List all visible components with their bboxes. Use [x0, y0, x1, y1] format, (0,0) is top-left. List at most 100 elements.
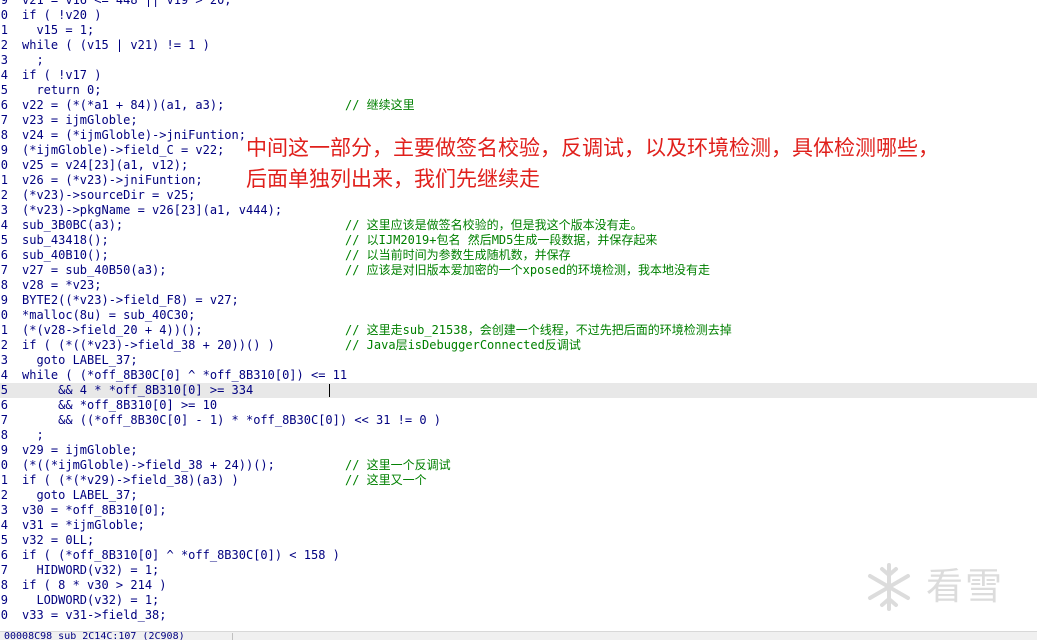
code-text: if ( (*off_8B310[0] ^ *off_8B30C[0]) < 1… — [22, 548, 340, 562]
code-comment: // 继续这里 — [345, 98, 415, 112]
code-line[interactable]: 8 v28 = *v23; — [0, 278, 1037, 293]
code-line[interactable]: 5 return 0; — [0, 83, 1037, 98]
code-line[interactable]: 4 while ( (*off_8B30C[0] ^ *off_8B310[0])… — [0, 368, 1037, 383]
line-number: 2 — [0, 188, 8, 202]
code-text: BYTE2((*v23)->field_F8) = v27; — [22, 293, 239, 307]
code-line[interactable]: 0 *malloc(8u) = sub_40C30; — [0, 308, 1037, 323]
code-text: sub_3B0BC(a3); — [22, 218, 124, 232]
code-text: while ( (v15 | v21) != 1 ) — [22, 38, 210, 52]
line-number: 6 — [0, 398, 8, 412]
code-comment: // Java层isDebuggerConnected反调试 — [345, 338, 581, 352]
code-line[interactable]: 6 && *off_8B310[0] >= 10 — [0, 398, 1037, 413]
line-number: 2 — [0, 338, 8, 352]
line-number: 5 — [0, 233, 8, 247]
code-line[interactable]: 5 sub_43418(); // 以IJM2019+包名 然后MD5生成一段数据，… — [0, 233, 1037, 248]
line-number: 0 — [0, 608, 8, 622]
line-number: 0 — [0, 308, 8, 322]
code-text: (*(v28->field_20 + 4))(); — [22, 323, 203, 337]
pseudocode-editor[interactable]: 9 v21 = v16 <= 448 || v19 > 20; 0 if ( !v20… — [0, 0, 1037, 631]
code-line-current[interactable]: 5 && 4 * *off_8B310[0] >= 334 — [0, 383, 1037, 398]
line-number: 9 — [0, 143, 8, 157]
code-line[interactable]: 9 v29 = ijmGloble; — [0, 443, 1037, 458]
line-number: 9 — [0, 593, 8, 607]
line-number: 6 — [0, 98, 8, 112]
code-text: v29 = ijmGloble; — [22, 443, 138, 457]
code-text: if ( !v17 ) — [22, 68, 102, 82]
line-number: 3 — [0, 203, 8, 217]
line-number: 9 — [0, 0, 8, 7]
line-number: 1 — [0, 323, 8, 337]
code-text: if ( (*((*v23)->field_38 + 20))() ) — [22, 338, 275, 352]
code-text: && 4 * *off_8B310[0] >= 334 — [22, 383, 254, 397]
line-number: 8 — [0, 278, 8, 292]
code-line[interactable]: 2 while ( (v15 | v21) != 1 ) — [0, 38, 1037, 53]
code-line[interactable]: 4 v31 = *ijmGloble; — [0, 518, 1037, 533]
code-text: v15 = 1; — [22, 23, 95, 37]
line-number: 3 — [0, 53, 8, 67]
code-text: v26 = (*v23)->jniFuntion; — [22, 173, 203, 187]
code-text: if ( 8 * v30 > 214 ) — [22, 578, 167, 592]
code-comment: // 这里又一个 — [345, 473, 427, 487]
code-line[interactable]: 2 if ( (*((*v23)->field_38 + 20))() ) // J… — [0, 338, 1037, 353]
code-text: sub_43418(); — [22, 233, 109, 247]
code-line[interactable]: 0 (*((*ijmGloble)->field_38 + 24))(); // 这… — [0, 458, 1037, 473]
code-text: && *off_8B310[0] >= 10 — [22, 398, 218, 412]
code-text: goto LABEL_37; — [22, 488, 138, 502]
annotation-note: 中间这一部分，主要做签名校验，反调试，以及环境检测，具体检测哪些， 后面单独列出… — [246, 133, 1036, 195]
code-line[interactable]: 3 ; — [0, 53, 1037, 68]
code-text: v23 = ijmGloble; — [22, 113, 138, 127]
code-line[interactable]: 4 sub_3B0BC(a3); // 这里应该是做签名校验的，但是我这个版本没有走… — [0, 218, 1037, 233]
code-text: ; — [22, 53, 44, 67]
code-text: LODWORD(v32) = 1; — [22, 593, 160, 607]
code-line[interactable]: 2 goto LABEL_37; — [0, 488, 1037, 503]
code-text: (*v23)->pkgName = v26[23](a1, v444); — [22, 203, 283, 217]
annotation-line-2: 后面单独列出来，我们先继续走 — [246, 167, 540, 191]
code-text: (*v23)->sourceDir = v25; — [22, 188, 196, 202]
code-comment: // 这里应该是做签名校验的，但是我这个版本没有走。 — [345, 218, 643, 232]
code-line[interactable]: 0 if ( !v20 ) — [0, 8, 1037, 23]
code-line[interactable]: 7 v23 = ijmGloble; — [0, 113, 1037, 128]
line-number: 4 — [0, 518, 8, 532]
line-number: 0 — [0, 8, 8, 22]
code-line[interactable]: 9 v21 = v16 <= 448 || v19 > 20; — [0, 0, 1037, 8]
code-text: if ( !v20 ) — [22, 8, 102, 22]
code-text: (*ijmGloble)->field_C = v22; — [22, 143, 225, 157]
code-line[interactable]: 7 && ((*off_8B30C[0] - 1) * *off_8B30C[0… — [0, 413, 1037, 428]
line-number: 2 — [0, 488, 8, 502]
code-text: if ( (*(*v29)->field_38)(a3) ) — [22, 473, 239, 487]
code-text: v33 = v31->field_38; — [22, 608, 167, 622]
code-line[interactable]: 5 v32 = 0LL; — [0, 533, 1037, 548]
code-text: v30 = *off_8B310[0]; — [22, 503, 167, 517]
line-number: 1 — [0, 23, 8, 37]
line-number: 5 — [0, 83, 8, 97]
line-number: 8 — [0, 578, 8, 592]
line-number: 9 — [0, 443, 8, 457]
watermark-text: 看雪 — [926, 565, 1004, 608]
line-number: 4 — [0, 218, 8, 232]
code-line[interactable]: 7 v27 = sub_40B50(a3); // 应该是对旧版本爱加密的一个xpo… — [0, 263, 1037, 278]
code-line[interactable]: 1 if ( (*(*v29)->field_38)(a3) ) // 这里又一个 — [0, 473, 1037, 488]
code-line[interactable]: 6 sub_40B10(); // 以当前时间为参数生成随机数，并保存 — [0, 248, 1037, 263]
code-comment: // 应该是对旧版本爱加密的一个xposed的环境检测，我本地没有走 — [345, 263, 711, 277]
line-number: 8 — [0, 428, 8, 442]
code-line[interactable]: 3 goto LABEL_37; — [0, 353, 1037, 368]
code-text: v25 = v24[23](a1, v12); — [22, 158, 189, 172]
code-line[interactable]: 8 ; — [0, 428, 1037, 443]
code-line[interactable]: 4 if ( !v17 ) — [0, 68, 1037, 83]
code-text: ; — [22, 428, 44, 442]
code-line[interactable]: 3 (*v23)->pkgName = v26[23](a1, v444); — [0, 203, 1037, 218]
line-number: 3 — [0, 353, 8, 367]
code-comment: // 这里一个反调试 — [345, 458, 451, 472]
code-text: *malloc(8u) = sub_40C30; — [22, 308, 196, 322]
code-line[interactable]: 6 v22 = (*(*a1 + 84))(a1, a3); // 继续这里 — [0, 98, 1037, 113]
text-caret — [329, 384, 330, 397]
code-line[interactable]: 9 BYTE2((*v23)->field_F8) = v27; — [0, 293, 1037, 308]
line-number: 6 — [0, 548, 8, 562]
code-line[interactable]: 3 v30 = *off_8B310[0]; — [0, 503, 1037, 518]
code-text: goto LABEL_37; — [22, 353, 138, 367]
code-line[interactable]: 1 v15 = 1; — [0, 23, 1037, 38]
line-number: 8 — [0, 128, 8, 142]
code-line[interactable]: 1 (*(v28->field_20 + 4))(); // 这里走sub_2153… — [0, 323, 1037, 338]
code-text: v32 = 0LL; — [22, 533, 95, 547]
code-text: && ((*off_8B30C[0] - 1) * *off_8B30C[0])… — [22, 413, 442, 427]
